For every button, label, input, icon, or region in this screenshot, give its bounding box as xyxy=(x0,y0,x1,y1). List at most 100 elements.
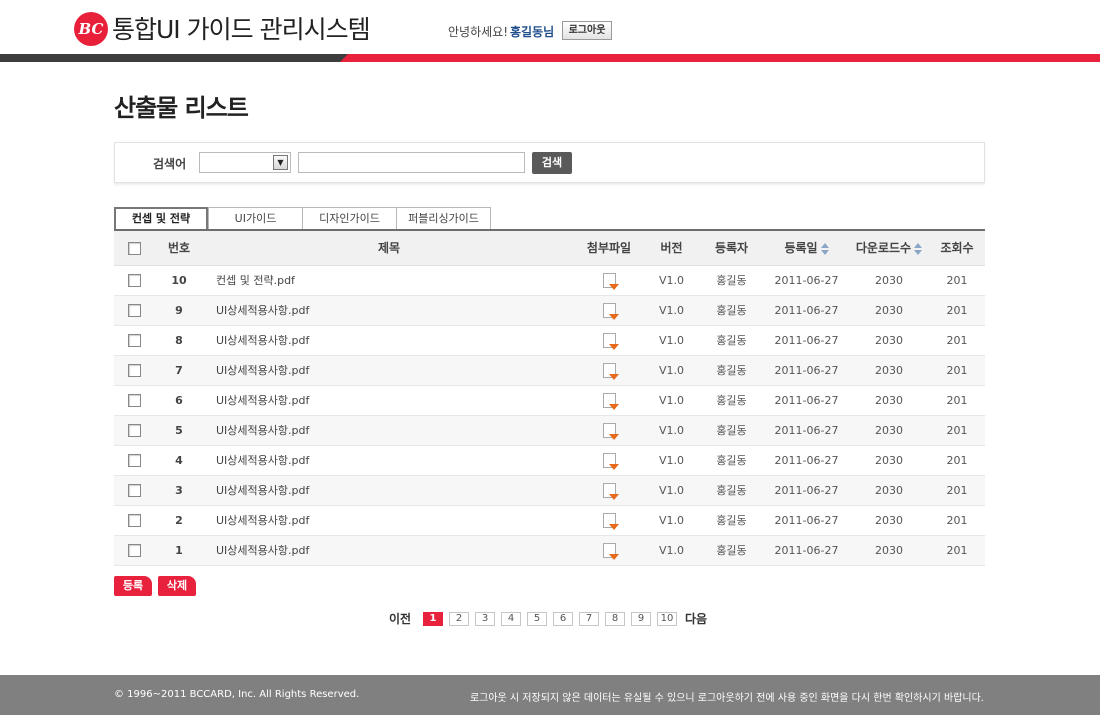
row-title[interactable]: UI상세적용사항.pdf xyxy=(204,325,574,356)
row-title[interactable]: UI상세적용사항.pdf xyxy=(204,535,574,566)
table-row[interactable]: 1 UI상세적용사항.pdf V1.0 홍길동 2011-06-27 2030 201 xyxy=(114,535,985,566)
file-download-icon[interactable] xyxy=(602,422,619,440)
page-number-button[interactable]: 6 xyxy=(553,612,573,626)
search-button[interactable]: 검색 xyxy=(532,152,572,174)
select-all-checkbox[interactable] xyxy=(127,241,141,255)
footer: © 1996~2011 BCCARD, Inc. All Rights Rese… xyxy=(0,675,1100,715)
row-select-cell xyxy=(114,475,154,506)
table-row[interactable]: 4 UI상세적용사항.pdf V1.0 홍길동 2011-06-27 2030 201 xyxy=(114,445,985,476)
row-views: 201 xyxy=(929,535,985,566)
row-checkbox[interactable] xyxy=(127,453,141,467)
row-select-cell xyxy=(114,415,154,446)
sort-icon[interactable] xyxy=(914,242,923,255)
row-downloads: 2030 xyxy=(849,325,929,356)
file-download-icon[interactable] xyxy=(602,392,619,410)
file-download-icon[interactable] xyxy=(602,482,619,500)
row-checkbox[interactable] xyxy=(127,513,141,527)
page-number-button[interactable]: 1 xyxy=(423,612,443,626)
row-title[interactable]: UI상세적용사항.pdf xyxy=(204,385,574,416)
row-select-cell xyxy=(114,445,154,476)
row-attachment-cell xyxy=(574,505,644,536)
row-title[interactable]: UI상세적용사항.pdf xyxy=(204,505,574,536)
row-checkbox[interactable] xyxy=(127,393,141,407)
row-checkbox[interactable] xyxy=(127,543,141,557)
row-downloads: 2030 xyxy=(849,295,929,326)
table-row[interactable]: 10 컨셉 및 전략.pdf V1.0 홍길동 2011-06-27 2030 201 xyxy=(114,265,985,296)
sort-icon[interactable] xyxy=(820,242,829,255)
table-row[interactable]: 9 UI상세적용사항.pdf V1.0 홍길동 2011-06-27 2030 201 xyxy=(114,295,985,326)
header-date: 등록일 xyxy=(784,241,818,256)
row-title[interactable]: UI상세적용사항.pdf xyxy=(204,355,574,386)
search-label: 검색어 xyxy=(153,157,187,171)
header-date-cell: 등록일 xyxy=(764,231,849,266)
file-download-icon[interactable] xyxy=(602,362,619,380)
row-downloads: 2030 xyxy=(849,265,929,296)
row-title[interactable]: UI상세적용사항.pdf xyxy=(204,475,574,506)
row-downloads: 2030 xyxy=(849,475,929,506)
row-checkbox[interactable] xyxy=(127,333,141,347)
row-title[interactable]: 컨셉 및 전략.pdf xyxy=(204,265,574,296)
register-button[interactable]: 등록 xyxy=(114,576,152,596)
page-number-button[interactable]: 7 xyxy=(579,612,599,626)
tab-design-guide[interactable]: 디자인가이드 xyxy=(302,207,397,229)
row-checkbox[interactable] xyxy=(127,363,141,377)
row-title[interactable]: UI상세적용사항.pdf xyxy=(204,295,574,326)
table-row[interactable]: 7 UI상세적용사항.pdf V1.0 홍길동 2011-06-27 2030 201 xyxy=(114,355,985,386)
row-author: 홍길동 xyxy=(699,505,764,536)
row-attachment-cell xyxy=(574,295,644,326)
row-number: 5 xyxy=(154,415,204,446)
row-views: 201 xyxy=(929,265,985,296)
row-version: V1.0 xyxy=(644,505,699,536)
row-author: 홍길동 xyxy=(699,475,764,506)
tab-concept-strategy[interactable]: 컨셉 및 전략 xyxy=(114,207,208,230)
row-version: V1.0 xyxy=(644,475,699,506)
table-row[interactable]: 6 UI상세적용사항.pdf V1.0 홍길동 2011-06-27 2030 201 xyxy=(114,385,985,416)
row-checkbox[interactable] xyxy=(127,273,141,287)
file-download-icon[interactable] xyxy=(602,272,619,290)
table-row[interactable]: 5 UI상세적용사항.pdf V1.0 홍길동 2011-06-27 2030 201 xyxy=(114,415,985,446)
file-download-icon[interactable] xyxy=(602,332,619,350)
file-download-icon[interactable] xyxy=(602,512,619,530)
next-page-link[interactable]: 다음 xyxy=(685,611,707,627)
row-attachment-cell xyxy=(574,445,644,476)
row-checkbox[interactable] xyxy=(127,303,141,317)
row-title[interactable]: UI상세적용사항.pdf xyxy=(204,415,574,446)
page-title: 산출물 리스트 xyxy=(114,94,249,122)
table-row[interactable]: 2 UI상세적용사항.pdf V1.0 홍길동 2011-06-27 2030 201 xyxy=(114,505,985,536)
row-checkbox[interactable] xyxy=(127,423,141,437)
row-title[interactable]: UI상세적용사항.pdf xyxy=(204,445,574,476)
chevron-down-icon[interactable]: ▼ xyxy=(273,155,288,170)
search-select[interactable]: ▼ xyxy=(199,152,291,173)
row-author: 홍길동 xyxy=(699,265,764,296)
row-date: 2011-06-27 xyxy=(764,415,849,446)
page-number-button[interactable]: 5 xyxy=(527,612,547,626)
row-author: 홍길동 xyxy=(699,445,764,476)
delete-button[interactable]: 삭제 xyxy=(158,576,196,596)
row-date: 2011-06-27 xyxy=(764,295,849,326)
row-checkbox[interactable] xyxy=(127,483,141,497)
row-views: 201 xyxy=(929,385,985,416)
page-number-button[interactable]: 2 xyxy=(449,612,469,626)
row-version: V1.0 xyxy=(644,385,699,416)
page-number-button[interactable]: 8 xyxy=(605,612,625,626)
file-download-icon[interactable] xyxy=(602,452,619,470)
row-downloads: 2030 xyxy=(849,415,929,446)
page-number-button[interactable]: 9 xyxy=(631,612,651,626)
table-row[interactable]: 8 UI상세적용사항.pdf V1.0 홍길동 2011-06-27 2030 201 xyxy=(114,325,985,356)
tab-ui-guide[interactable]: UI가이드 xyxy=(208,207,303,229)
logout-button[interactable]: 로그아웃 xyxy=(562,21,612,40)
prev-page-link[interactable]: 이전 xyxy=(389,611,411,627)
header-version: 버전 xyxy=(644,231,699,266)
tab-publishing-guide[interactable]: 퍼블리싱가이드 xyxy=(396,207,491,229)
deliverables-table: 번호 제목 첨부파일 버전 등록자 등록일 다운로드수 조회수 10 컨셉 및 전… xyxy=(114,229,985,566)
search-input[interactable] xyxy=(298,152,525,173)
page-number-button[interactable]: 4 xyxy=(501,612,521,626)
file-download-icon[interactable] xyxy=(602,302,619,320)
page-number-button[interactable]: 3 xyxy=(475,612,495,626)
file-download-icon[interactable] xyxy=(602,542,619,560)
table-row[interactable]: 3 UI상세적용사항.pdf V1.0 홍길동 2011-06-27 2030 201 xyxy=(114,475,985,506)
page-number-button[interactable]: 10 xyxy=(657,612,677,626)
row-views: 201 xyxy=(929,355,985,386)
row-number: 7 xyxy=(154,355,204,386)
header-title: 제목 xyxy=(204,231,574,266)
